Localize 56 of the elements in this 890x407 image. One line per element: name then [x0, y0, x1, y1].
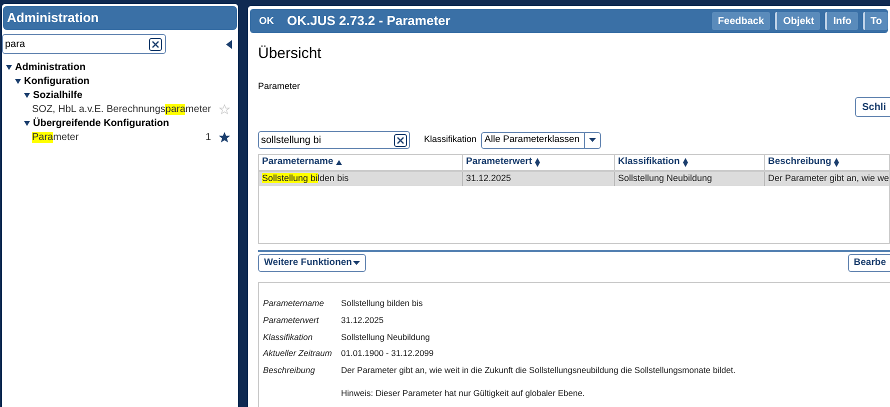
detail-note: Hinweis: Dieser Parameter hat nur Gültigkeit auf globaler Ebene.	[341, 386, 586, 400]
toolbar-button[interactable]: Feedback	[712, 12, 770, 30]
detail-value: Sollstellung Neubildung	[341, 330, 430, 344]
expand-caret-icon[interactable]	[24, 92, 30, 98]
detail-label: Aktueller Zeitraum	[263, 347, 333, 360]
clear-icon[interactable]	[394, 134, 407, 146]
column-header[interactable]: Parameterwert	[463, 155, 615, 170]
table-row[interactable]: Sollstellung bilden bis 31.12.2025 Sollstellung Neubildung Der Parameter gibt an, wie we	[259, 172, 889, 186]
star-icon[interactable]	[219, 132, 230, 142]
classification-dropdown[interactable]: Alle Parameterklassen	[480, 132, 601, 148]
detail-label: Klassifikation	[263, 330, 314, 344]
tree-item[interactable]: Parameter	[32, 130, 79, 144]
close-button[interactable]: Schli	[855, 97, 890, 117]
field-label: Klassifikation	[424, 133, 477, 146]
sort-icon[interactable]	[834, 158, 840, 167]
tree-item[interactable]: Administration	[15, 60, 86, 74]
dropdown-caret-icon[interactable]	[588, 138, 596, 142]
logo: OK	[259, 14, 275, 28]
toolbar-button[interactable]: Info	[825, 12, 858, 30]
sort-icon[interactable]	[682, 158, 688, 167]
search-field[interactable]: para	[2, 34, 166, 54]
tree-item[interactable]: Übergreifende Konfiguration	[33, 116, 170, 130]
clear-icon[interactable]	[149, 38, 162, 50]
window-title: OK.JUS 2.73.2 - Parameter	[287, 12, 450, 30]
detail-label: Parametername	[263, 297, 325, 310]
detail-value: 01.01.1900 - 31.12.2099	[341, 347, 434, 360]
expand-caret-icon[interactable]	[6, 64, 12, 70]
table-cell: Sollstellung bilden bis	[259, 172, 463, 186]
caret-icon	[352, 261, 360, 265]
column-header[interactable]: Beschreibung	[765, 155, 890, 170]
edit-button[interactable]: Bearbe	[848, 254, 890, 272]
detail-value: Der Parameter gibt an, wie weit in die Zukunft die Sollstellungsneubildung die Sollstellungsmonate bildet.	[341, 364, 736, 377]
column-header[interactable]: Klassifikation	[615, 155, 765, 170]
search-field[interactable]: sollstellung bi	[258, 131, 410, 149]
detail-value: Sollstellung bilden bis	[341, 297, 423, 310]
column-header[interactable]: Parametername	[259, 155, 463, 170]
expand-caret-icon[interactable]	[15, 78, 21, 84]
sidebar-title: Administration	[3, 6, 237, 30]
favorite-count: 1	[205, 130, 211, 144]
section-label: Parameter	[258, 80, 302, 92]
more-functions-button[interactable]: Weitere Funktionen	[258, 254, 366, 272]
table-cell: Sollstellung Neubildung	[615, 172, 765, 186]
table-cell: Der Parameter gibt an, wie we	[765, 172, 890, 186]
collapse-panel-icon[interactable]	[226, 40, 232, 48]
toolbar-button[interactable]: Objekt	[775, 12, 820, 30]
page-heading: Übersicht	[258, 44, 322, 64]
tree-item[interactable]: Konfiguration	[24, 74, 90, 88]
table-cell: 31.12.2025	[463, 172, 615, 186]
detail-label: Parameterwert	[263, 314, 320, 326]
tree-item[interactable]: Sozialhilfe	[33, 88, 82, 102]
detail-value: 31.12.2025	[341, 314, 384, 326]
toolbar-button[interactable]: To	[862, 12, 888, 30]
expand-caret-icon[interactable]	[24, 120, 30, 126]
detail-label: Beschreibung	[263, 364, 316, 377]
sort-icon[interactable]	[535, 158, 540, 167]
sort-ascending-icon[interactable]	[336, 160, 342, 165]
